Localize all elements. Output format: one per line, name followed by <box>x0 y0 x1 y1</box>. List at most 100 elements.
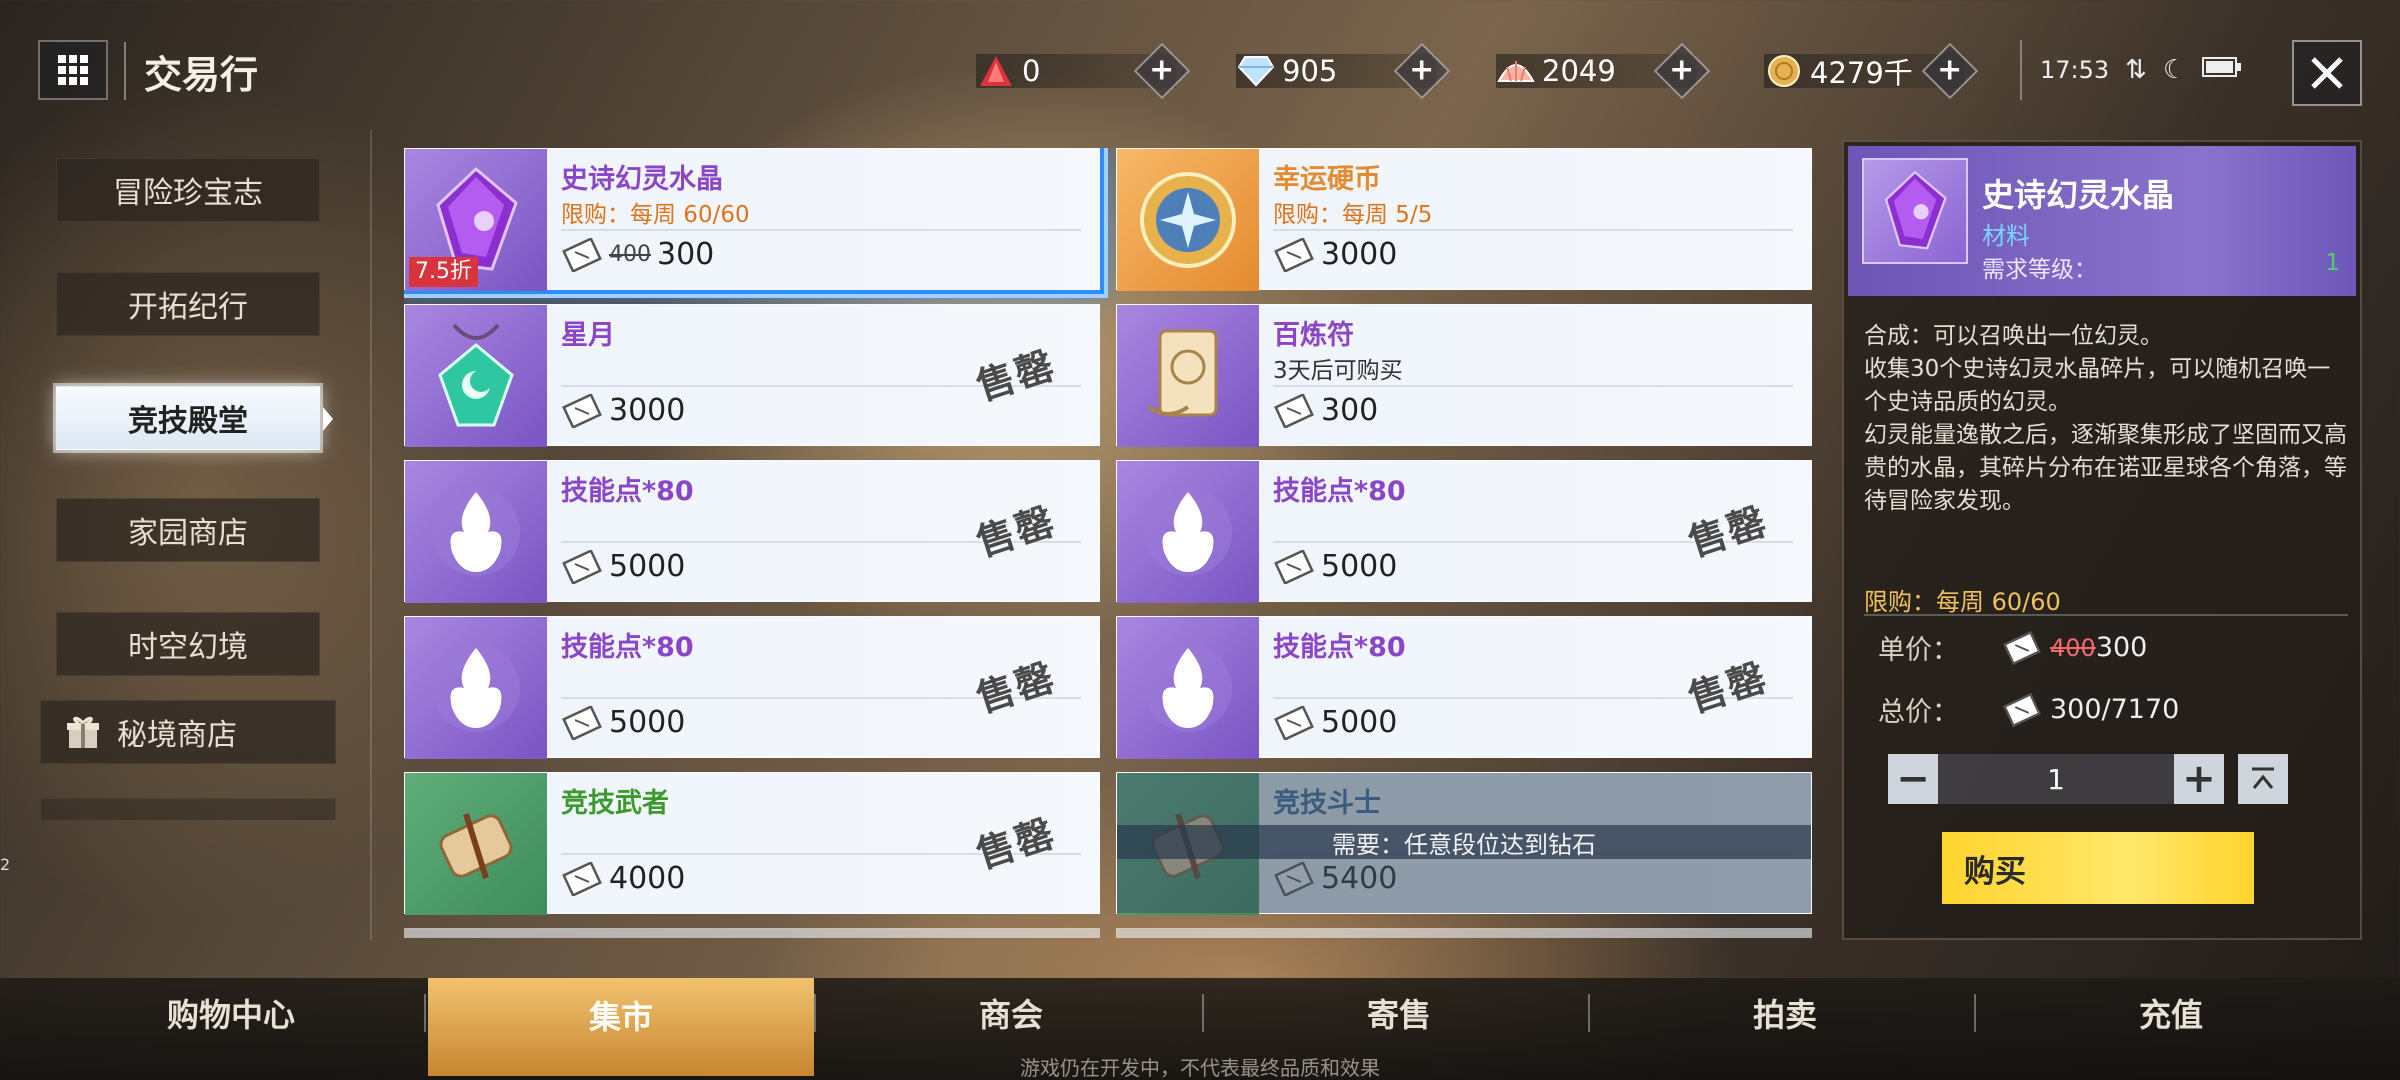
ticket-icon <box>562 237 602 272</box>
shop-item-card[interactable]: 7.5折 史诗幻灵水晶 限购：每周 60/60 400 300 <box>404 148 1100 291</box>
item-availability-note: 3天后可购买 <box>1273 358 1403 384</box>
item-thumbnail <box>1117 461 1259 603</box>
ticket-icon <box>1274 237 1314 272</box>
battery-icon <box>2202 55 2242 85</box>
diamond-icon <box>1236 51 1276 91</box>
detail-purchase-limit: 限购：每周 60/60 <box>1864 588 2061 616</box>
tab-guild[interactable]: 商会 <box>818 978 1204 1048</box>
sidebar-item-home-shop[interactable]: 家园商店 <box>56 498 320 562</box>
item-thumbnail <box>405 461 547 603</box>
tab-label: 充值 <box>2138 996 2203 1034</box>
gift-icon <box>67 716 99 748</box>
tab-label: 集市 <box>588 998 653 1036</box>
tab-label: 商会 <box>978 996 1043 1034</box>
shop-item-grid: 7.5折 史诗幻灵水晶 限购：每周 60/60 400 300 幸运硬币 限购：… <box>404 148 1814 938</box>
sidebar-item-label: 家园商店 <box>128 516 248 551</box>
skill-point-flame-icon <box>432 488 520 576</box>
shop-item-card[interactable]: 技能点*80 5000 售罄 <box>1116 460 1812 603</box>
shop-item-card[interactable]: 技能点*80 5000 售罄 <box>1116 616 1812 759</box>
detail-item-name: 史诗幻灵水晶 <box>1982 176 2175 214</box>
shop-item-card[interactable]: 百炼符 3天后可购买 300 <box>1116 304 1812 447</box>
tab-recharge[interactable]: 充值 <box>1978 978 2364 1048</box>
detail-divider <box>1864 614 2348 616</box>
tab-label: 寄售 <box>1366 996 1431 1034</box>
shop-item-card[interactable]: 星月 3000 售罄 <box>404 304 1100 447</box>
currency-value: 0 <box>1022 54 1041 88</box>
page-title: 交易行 <box>144 53 259 97</box>
item-price: 3000 <box>1321 237 1398 272</box>
sidebar-item-arena-hall[interactable]: 竞技殿堂 <box>56 386 333 450</box>
ticket-icon <box>562 549 602 584</box>
item-old-price: 400 <box>609 242 651 267</box>
shop-item-card[interactable]: 技能点*80 5000 售罄 <box>404 460 1100 603</box>
add-currency-button[interactable]: + <box>1921 42 1979 100</box>
item-name: 竞技斗士 <box>1273 788 1381 819</box>
status-area: 17:53 ⇅ ☾ <box>2020 40 2252 100</box>
shop-item-card[interactable]: 幸运硬币 限购：每周 5/5 3000 <box>1116 148 1812 291</box>
item-price: 5000 <box>609 705 686 740</box>
sidebar-item-partial[interactable] <box>40 798 336 820</box>
unit-price: 300 <box>2095 632 2148 663</box>
shop-item-card-locked[interactable]: 竞技斗士 5400 需要：任意段位达到钻石 <box>1116 772 1812 915</box>
currency-value: 905 <box>1282 54 1338 88</box>
item-thumbnail <box>1117 617 1259 759</box>
detail-thumbnail <box>1862 158 1968 264</box>
tab-auction[interactable]: 拍卖 <box>1592 978 1978 1048</box>
grid-menu-button[interactable] <box>38 40 108 100</box>
item-price: 5000 <box>1321 705 1398 740</box>
shop-item-card[interactable]: 技能点*80 5000 售罄 <box>404 616 1100 759</box>
item-price: 5000 <box>1321 549 1398 584</box>
max-quantity-button[interactable] <box>2238 754 2288 804</box>
item-price: 3000 <box>609 393 686 428</box>
currency-value: 4279千 <box>1810 56 1913 90</box>
close-button[interactable] <box>2292 40 2362 106</box>
shell-icon <box>1496 51 1536 91</box>
sidebar-item-spacetime-illusion[interactable]: 时空幻境 <box>56 612 320 676</box>
required-level-label: 需求等级： <box>1982 257 2097 283</box>
sidebar-item-label: 开拓纪行 <box>128 290 248 325</box>
item-description: 合成：可以召唤出一位幻灵。 收集30个史诗幻灵水晶碎片，可以随机召唤一个史诗品质… <box>1864 323 2347 514</box>
item-price: 300 <box>657 237 715 272</box>
network-arrows-icon: ⇅ <box>2125 55 2147 85</box>
sidebar-divider <box>370 130 372 940</box>
increase-quantity-button[interactable]: + <box>2174 754 2224 804</box>
tab-shopping-center[interactable]: 购物中心 <box>38 978 424 1048</box>
buy-button[interactable]: 购买 <box>1942 832 2254 904</box>
clock: 17:53 <box>2040 56 2110 84</box>
currency-red-crystal: 0 + <box>976 42 1191 100</box>
sold-out-stamp: 售罄 <box>1683 654 1773 722</box>
ticket-icon <box>2003 692 2041 727</box>
title-divider <box>124 42 126 100</box>
total-price: 300/7170 <box>2050 694 2180 725</box>
sidebar-item-label: 秘境商店 <box>117 718 237 753</box>
skill-point-flame-icon <box>432 644 520 732</box>
discount-badge: 7.5折 <box>409 257 478 287</box>
add-currency-button[interactable]: + <box>1653 42 1711 100</box>
gold-coin-icon <box>1764 51 1804 91</box>
decrease-quantity-button[interactable]: − <box>1888 754 1938 804</box>
sold-out-stamp: 售罄 <box>971 498 1061 566</box>
item-price: 5400 <box>1321 861 1398 896</box>
sidebar-item-secret-realm-shop[interactable]: 秘境商店 <box>40 700 336 764</box>
shop-item-card-partial[interactable] <box>404 928 1100 938</box>
shop-item-card-partial[interactable] <box>1116 928 1812 938</box>
sidebar-item-adventure-treasure[interactable]: 冒险珍宝志 <box>56 158 320 222</box>
add-currency-button[interactable]: + <box>1133 42 1191 100</box>
item-price: 4000 <box>609 861 686 896</box>
quantity-stepper: − 1 + <box>1888 754 2288 804</box>
item-name: 技能点*80 <box>1273 632 1406 663</box>
tab-consignment[interactable]: 寄售 <box>1206 978 1592 1048</box>
unit-old-price: 400 <box>2050 633 2096 662</box>
quantity-value[interactable]: 1 <box>1938 754 2174 804</box>
scroll-icon <box>439 813 513 879</box>
add-currency-button[interactable]: + <box>1393 42 1451 100</box>
item-price: 300 <box>1321 393 1379 428</box>
item-purchase-limit: 限购：每周 5/5 <box>1273 202 1433 228</box>
sidebar-item-exploration-chronicle[interactable]: 开拓纪行 <box>56 272 320 336</box>
item-name: 技能点*80 <box>561 632 694 663</box>
ticket-icon <box>1274 705 1314 740</box>
item-thumbnail <box>1117 305 1259 447</box>
tab-label: 拍卖 <box>1752 996 1817 1034</box>
shop-item-card[interactable]: 竞技武者 4000 售罄 <box>404 772 1100 915</box>
sidebar-item-label: 竞技殿堂 <box>128 404 248 439</box>
